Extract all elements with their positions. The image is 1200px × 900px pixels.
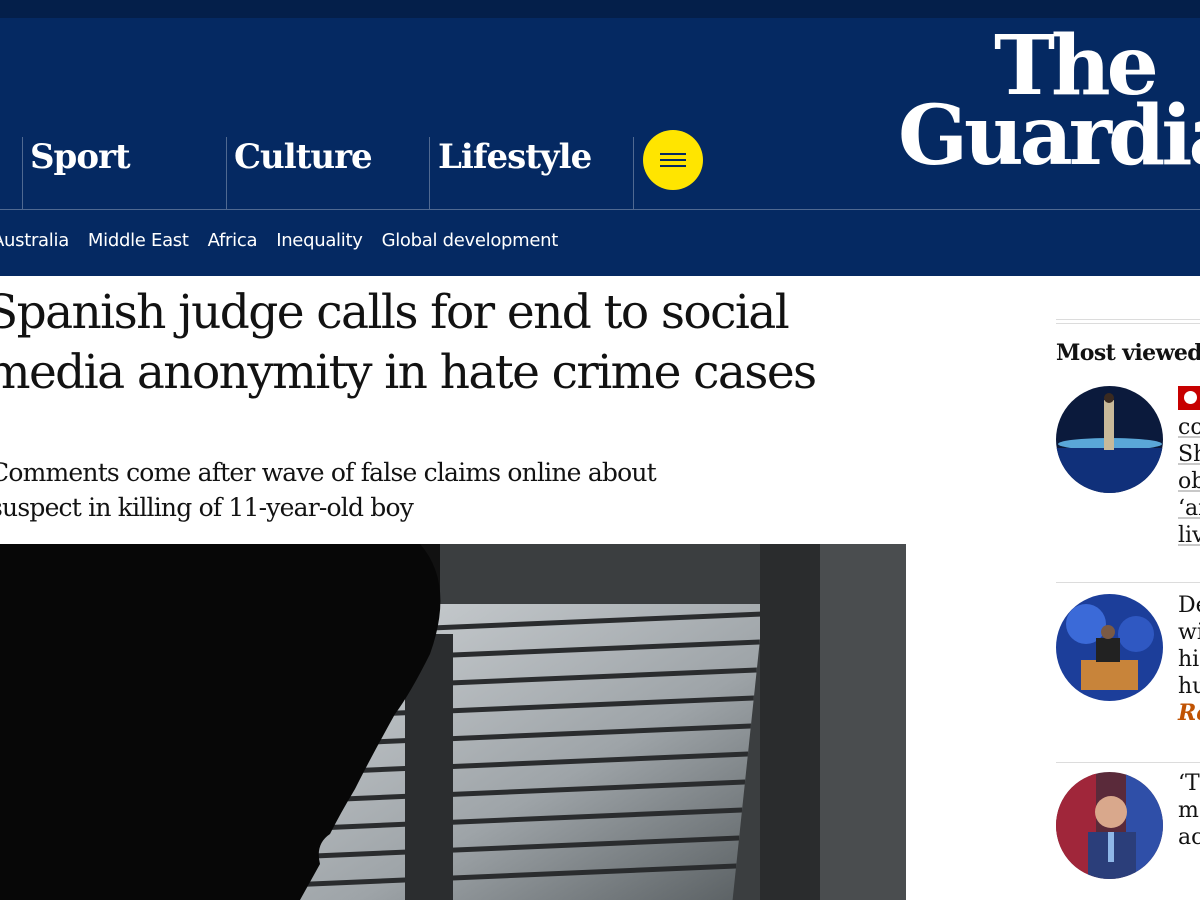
most-viewed-title: Most viewed: [1056, 340, 1200, 366]
pillar-divider: [633, 137, 634, 209]
sub-navigation: Australia Middle East Africa Inequality …: [0, 230, 558, 251]
article-standfirst: Comments come after wave of false claims…: [0, 458, 657, 522]
subnav-item-global-development[interactable]: Global development: [382, 230, 559, 251]
pillar-culture[interactable]: Culture: [226, 137, 373, 209]
masthead: Sport Culture Lifestyle The Guardian Aus…: [0, 18, 1200, 276]
article-photo: [0, 544, 906, 900]
top-strip: [0, 0, 1200, 18]
most-viewed-headline-line: wi: [1178, 620, 1200, 645]
most-viewed-thumbnail: [1056, 772, 1163, 879]
most-viewed-headline-line: Sh: [1178, 442, 1200, 467]
most-viewed-headline-line: co: [1178, 415, 1200, 440]
most-viewed-headline-line: De: [1178, 593, 1200, 618]
subnav-item-middle-east[interactable]: Middle East: [88, 230, 189, 251]
most-viewed-rules: [1056, 319, 1200, 327]
hamburger-icon: [660, 153, 686, 155]
nav-divider: [0, 209, 1200, 210]
most-viewed-thumbnail: [1056, 386, 1163, 493]
subnav-item-africa[interactable]: Africa: [208, 230, 258, 251]
menu-button[interactable]: [643, 130, 703, 190]
photo-illustration: [0, 544, 906, 900]
most-viewed-headline-line: ob: [1178, 469, 1200, 494]
most-viewed-headline-line: ‘T: [1178, 771, 1200, 796]
most-viewed-headline-line: hu: [1178, 674, 1200, 699]
most-viewed-headline-line: ‘ai: [1178, 496, 1200, 521]
subnav-item-inequality[interactable]: Inequality: [276, 230, 363, 251]
most-viewed-thumbnail: [1056, 594, 1163, 701]
article-headline: Spanish judge calls for end to social me…: [0, 285, 817, 400]
pillar-lifestyle[interactable]: Lifestyle: [430, 137, 592, 209]
most-viewed-headline-line: hi: [1178, 647, 1200, 672]
most-viewed-headline-line: liv: [1178, 523, 1200, 548]
most-viewed-headline-line: ac: [1178, 825, 1200, 850]
most-viewed-headline-line: m: [1178, 798, 1199, 823]
subnav-item-australia[interactable]: Australia: [0, 230, 69, 251]
pillar-sport[interactable]: Sport: [22, 137, 131, 209]
logo-word-guardian: Guardian: [898, 88, 1200, 184]
live-badge-icon: [1178, 386, 1200, 410]
most-viewed-separator: [1056, 582, 1200, 583]
most-viewed-separator: [1056, 762, 1200, 763]
most-viewed-kicker: Re: [1178, 700, 1200, 726]
